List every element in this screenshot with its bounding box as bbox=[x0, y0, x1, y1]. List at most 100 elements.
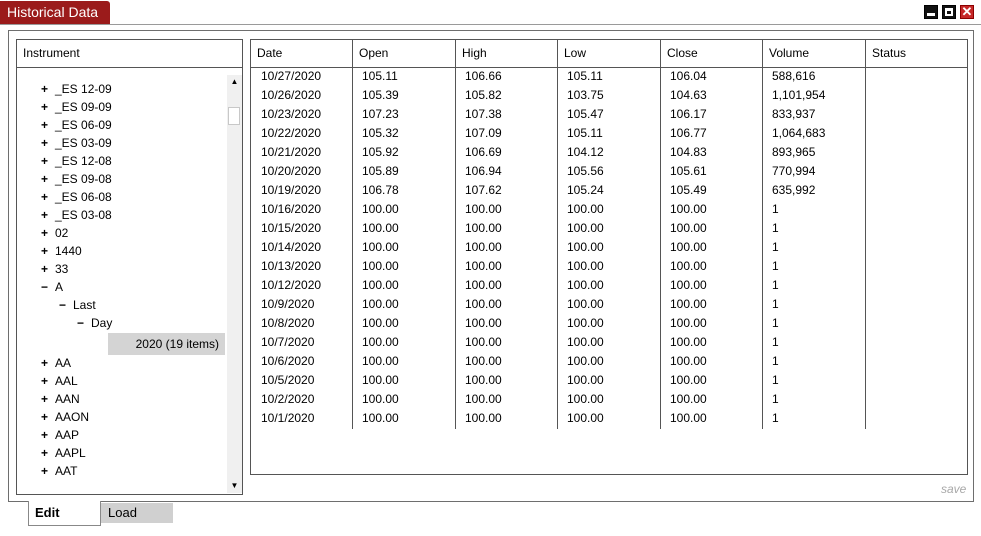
table-cell[interactable]: 107.62 bbox=[465, 181, 502, 200]
table-cell[interactable]: 100.00 bbox=[670, 257, 707, 276]
instrument-scrollbar[interactable]: ▲ ▼ bbox=[227, 75, 242, 493]
table-cell[interactable]: 1,064,683 bbox=[772, 124, 825, 143]
table-cell[interactable]: 1,101,954 bbox=[772, 86, 825, 105]
column-header-high[interactable]: High bbox=[456, 40, 558, 68]
tree-item[interactable]: − A bbox=[41, 278, 63, 296]
tree-item[interactable]: + AAN bbox=[41, 390, 80, 408]
table-cell[interactable]: 100.00 bbox=[567, 200, 604, 219]
table-cell[interactable]: 105.11 bbox=[362, 67, 398, 86]
table-cell[interactable]: 106.78 bbox=[362, 181, 399, 200]
table-cell[interactable]: 100.00 bbox=[362, 295, 399, 314]
tree-item[interactable]: + AAON bbox=[41, 408, 89, 426]
table-cell[interactable]: 10/6/2020 bbox=[261, 352, 314, 371]
table-cell[interactable]: 100.00 bbox=[465, 352, 502, 371]
column-header-close[interactable]: Close bbox=[661, 40, 763, 68]
save-button[interactable]: save bbox=[941, 482, 966, 496]
table-cell[interactable]: 635,992 bbox=[772, 181, 815, 200]
table-cell[interactable]: 100.00 bbox=[567, 352, 604, 371]
table-cell[interactable]: 1 bbox=[772, 238, 779, 257]
table-cell[interactable]: 10/27/2020 bbox=[261, 67, 321, 86]
table-cell[interactable]: 105.82 bbox=[465, 86, 502, 105]
table-cell[interactable]: 104.83 bbox=[670, 143, 707, 162]
scroll-down-icon[interactable]: ▼ bbox=[227, 479, 242, 493]
table-cell[interactable]: 100.00 bbox=[465, 257, 502, 276]
table-cell[interactable]: 100.00 bbox=[362, 371, 399, 390]
tree-item[interactable]: +02 bbox=[41, 224, 68, 242]
table-cell[interactable]: 100.00 bbox=[362, 409, 399, 428]
expand-icon[interactable]: + bbox=[41, 188, 55, 206]
table-cell[interactable]: 100.00 bbox=[567, 333, 604, 352]
tree-item[interactable]: + _ES 12-09 bbox=[41, 80, 112, 98]
table-cell[interactable]: 105.47 bbox=[567, 105, 604, 124]
table-cell[interactable]: 100.00 bbox=[465, 371, 502, 390]
table-cell[interactable]: 10/5/2020 bbox=[261, 371, 314, 390]
table-cell[interactable]: 100.00 bbox=[567, 238, 604, 257]
table-cell[interactable]: 104.12 bbox=[567, 143, 604, 162]
table-cell[interactable]: 100.00 bbox=[670, 295, 707, 314]
instrument-tree[interactable]: + _ES 12-09 + _ES 09-09 + _ES 06-09 + _ES 03-09… bbox=[17, 68, 227, 494]
table-cell[interactable]: 100.00 bbox=[362, 257, 399, 276]
table-cell[interactable]: 770,994 bbox=[772, 162, 815, 181]
table-cell[interactable]: 100.00 bbox=[465, 219, 502, 238]
table-cell[interactable]: 105.89 bbox=[362, 162, 399, 181]
table-cell[interactable]: 10/22/2020 bbox=[261, 124, 321, 143]
table-cell[interactable]: 1 bbox=[772, 409, 779, 428]
tree-item[interactable]: + AAT bbox=[41, 462, 77, 480]
tree-item[interactable]: + AAP bbox=[41, 426, 79, 444]
table-cell[interactable]: 100.00 bbox=[362, 219, 399, 238]
table-cell[interactable]: 100.00 bbox=[567, 390, 604, 409]
table-cell[interactable]: 100.00 bbox=[670, 314, 707, 333]
expand-icon[interactable]: + bbox=[41, 80, 55, 98]
table-cell[interactable]: 1 bbox=[772, 352, 779, 371]
table-cell[interactable]: 1 bbox=[772, 371, 779, 390]
table-cell[interactable]: 106.69 bbox=[465, 143, 502, 162]
tree-item[interactable]: + AA bbox=[41, 354, 71, 372]
table-cell[interactable]: 10/15/2020 bbox=[261, 219, 321, 238]
expand-icon[interactable]: + bbox=[41, 242, 55, 260]
tab-edit[interactable]: Edit bbox=[28, 501, 101, 526]
table-cell[interactable]: 100.00 bbox=[465, 238, 502, 257]
table-cell[interactable]: 100.00 bbox=[362, 200, 399, 219]
table-cell[interactable]: 100.00 bbox=[362, 314, 399, 333]
table-cell[interactable]: 1 bbox=[772, 200, 779, 219]
table-cell[interactable]: 105.56 bbox=[567, 162, 604, 181]
table-cell[interactable]: 106.04 bbox=[670, 67, 707, 86]
column-header-volume[interactable]: Volume bbox=[763, 40, 866, 68]
expand-icon[interactable]: + bbox=[41, 462, 55, 480]
tree-item[interactable]: + _ES 03-09 bbox=[41, 134, 112, 152]
collapse-icon[interactable]: − bbox=[77, 314, 91, 332]
column-header-low[interactable]: Low bbox=[558, 40, 661, 68]
table-cell[interactable]: 1 bbox=[772, 390, 779, 409]
table-cell[interactable]: 103.75 bbox=[567, 86, 604, 105]
table-cell[interactable]: 100.00 bbox=[362, 352, 399, 371]
column-header-open[interactable]: Open bbox=[353, 40, 456, 68]
table-cell[interactable]: 100.00 bbox=[567, 295, 604, 314]
table-cell[interactable]: 100.00 bbox=[670, 333, 707, 352]
expand-icon[interactable]: + bbox=[41, 354, 55, 372]
table-cell[interactable]: 10/9/2020 bbox=[261, 295, 314, 314]
table-cell[interactable]: 105.11 bbox=[567, 124, 603, 143]
table-cell[interactable]: 1 bbox=[772, 295, 779, 314]
expand-icon[interactable]: + bbox=[41, 224, 55, 242]
expand-icon[interactable]: + bbox=[41, 444, 55, 462]
tree-item[interactable]: − Last bbox=[59, 296, 96, 314]
table-cell[interactable]: 10/13/2020 bbox=[261, 257, 321, 276]
expand-icon[interactable]: + bbox=[41, 260, 55, 278]
table-cell[interactable]: 10/21/2020 bbox=[261, 143, 321, 162]
table-cell[interactable]: 105.11 bbox=[567, 67, 603, 86]
tree-item[interactable]: + _ES 06-09 bbox=[41, 116, 112, 134]
expand-icon[interactable]: + bbox=[41, 116, 55, 134]
table-cell[interactable]: 100.00 bbox=[362, 390, 399, 409]
tree-item[interactable]: +1440 bbox=[41, 242, 82, 260]
table-cell[interactable]: 100.00 bbox=[670, 238, 707, 257]
expand-icon[interactable]: + bbox=[41, 98, 55, 116]
table-cell[interactable]: 1 bbox=[772, 219, 779, 238]
tree-item[interactable]: + _ES 09-08 bbox=[41, 170, 112, 188]
table-cell[interactable]: 1 bbox=[772, 314, 779, 333]
table-cell[interactable]: 105.39 bbox=[362, 86, 399, 105]
expand-icon[interactable]: + bbox=[41, 206, 55, 224]
table-cell[interactable]: 100.00 bbox=[670, 276, 707, 295]
expand-icon[interactable]: + bbox=[41, 390, 55, 408]
tree-item[interactable]: + _ES 06-08 bbox=[41, 188, 112, 206]
table-cell[interactable]: 100.00 bbox=[567, 276, 604, 295]
